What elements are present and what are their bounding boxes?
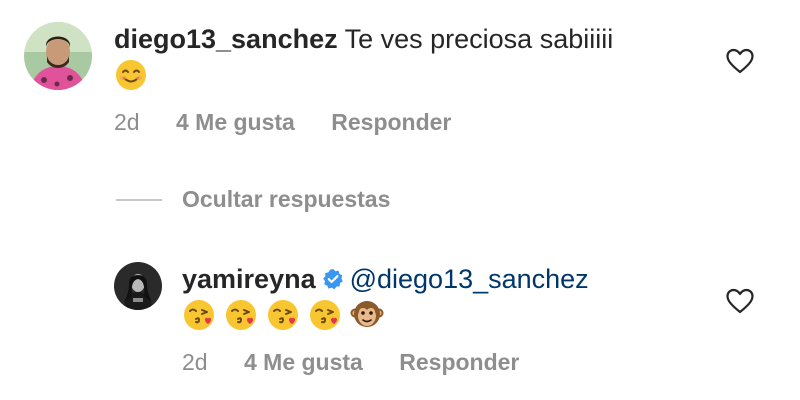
replies-divider [116, 199, 162, 201]
comment-line-2 [114, 56, 156, 92]
comment-meta: 2d 4 Me gusta Responder [114, 108, 481, 136]
comment-line-1: diego13_sanchez Te ves preciosa sabiiiii [114, 22, 613, 56]
smiling-face-icon [114, 58, 148, 92]
reply-likes[interactable]: 4 Me gusta [244, 349, 363, 375]
kissing-face-icon [224, 298, 258, 332]
kissing-face-icon [266, 298, 300, 332]
comment-likes[interactable]: 4 Me gusta [176, 109, 295, 135]
reply-meta: 2d 4 Me gusta Responder [182, 348, 549, 376]
reply-line-1: yamireyna @diego13_sanchez [182, 262, 589, 296]
comment-text: Te ves preciosa sabiiiii [344, 24, 614, 54]
kissing-face-icon [182, 298, 216, 332]
kissing-face-icon [308, 298, 342, 332]
comment-username[interactable]: diego13_sanchez [114, 24, 338, 54]
reply-line-2 [182, 296, 392, 332]
avatar-diego13-sanchez[interactable] [24, 22, 92, 90]
verified-badge-icon [322, 264, 344, 290]
monkey-face-icon [350, 298, 384, 332]
comment-age: 2d [114, 109, 140, 135]
avatar-image [24, 22, 92, 90]
mention-link[interactable]: @diego13_sanchez [350, 264, 589, 294]
like-heart-icon[interactable] [726, 288, 754, 314]
avatar-yamireyna[interactable] [114, 262, 162, 310]
like-heart-icon[interactable] [726, 48, 754, 74]
reply-username[interactable]: yamireyna [182, 264, 316, 294]
avatar-image [114, 262, 162, 310]
reply-reply-button[interactable]: Responder [399, 349, 519, 375]
reply-button[interactable]: Responder [331, 109, 451, 135]
hide-replies-button[interactable]: Ocultar respuestas [182, 185, 390, 213]
reply-age: 2d [182, 349, 208, 375]
